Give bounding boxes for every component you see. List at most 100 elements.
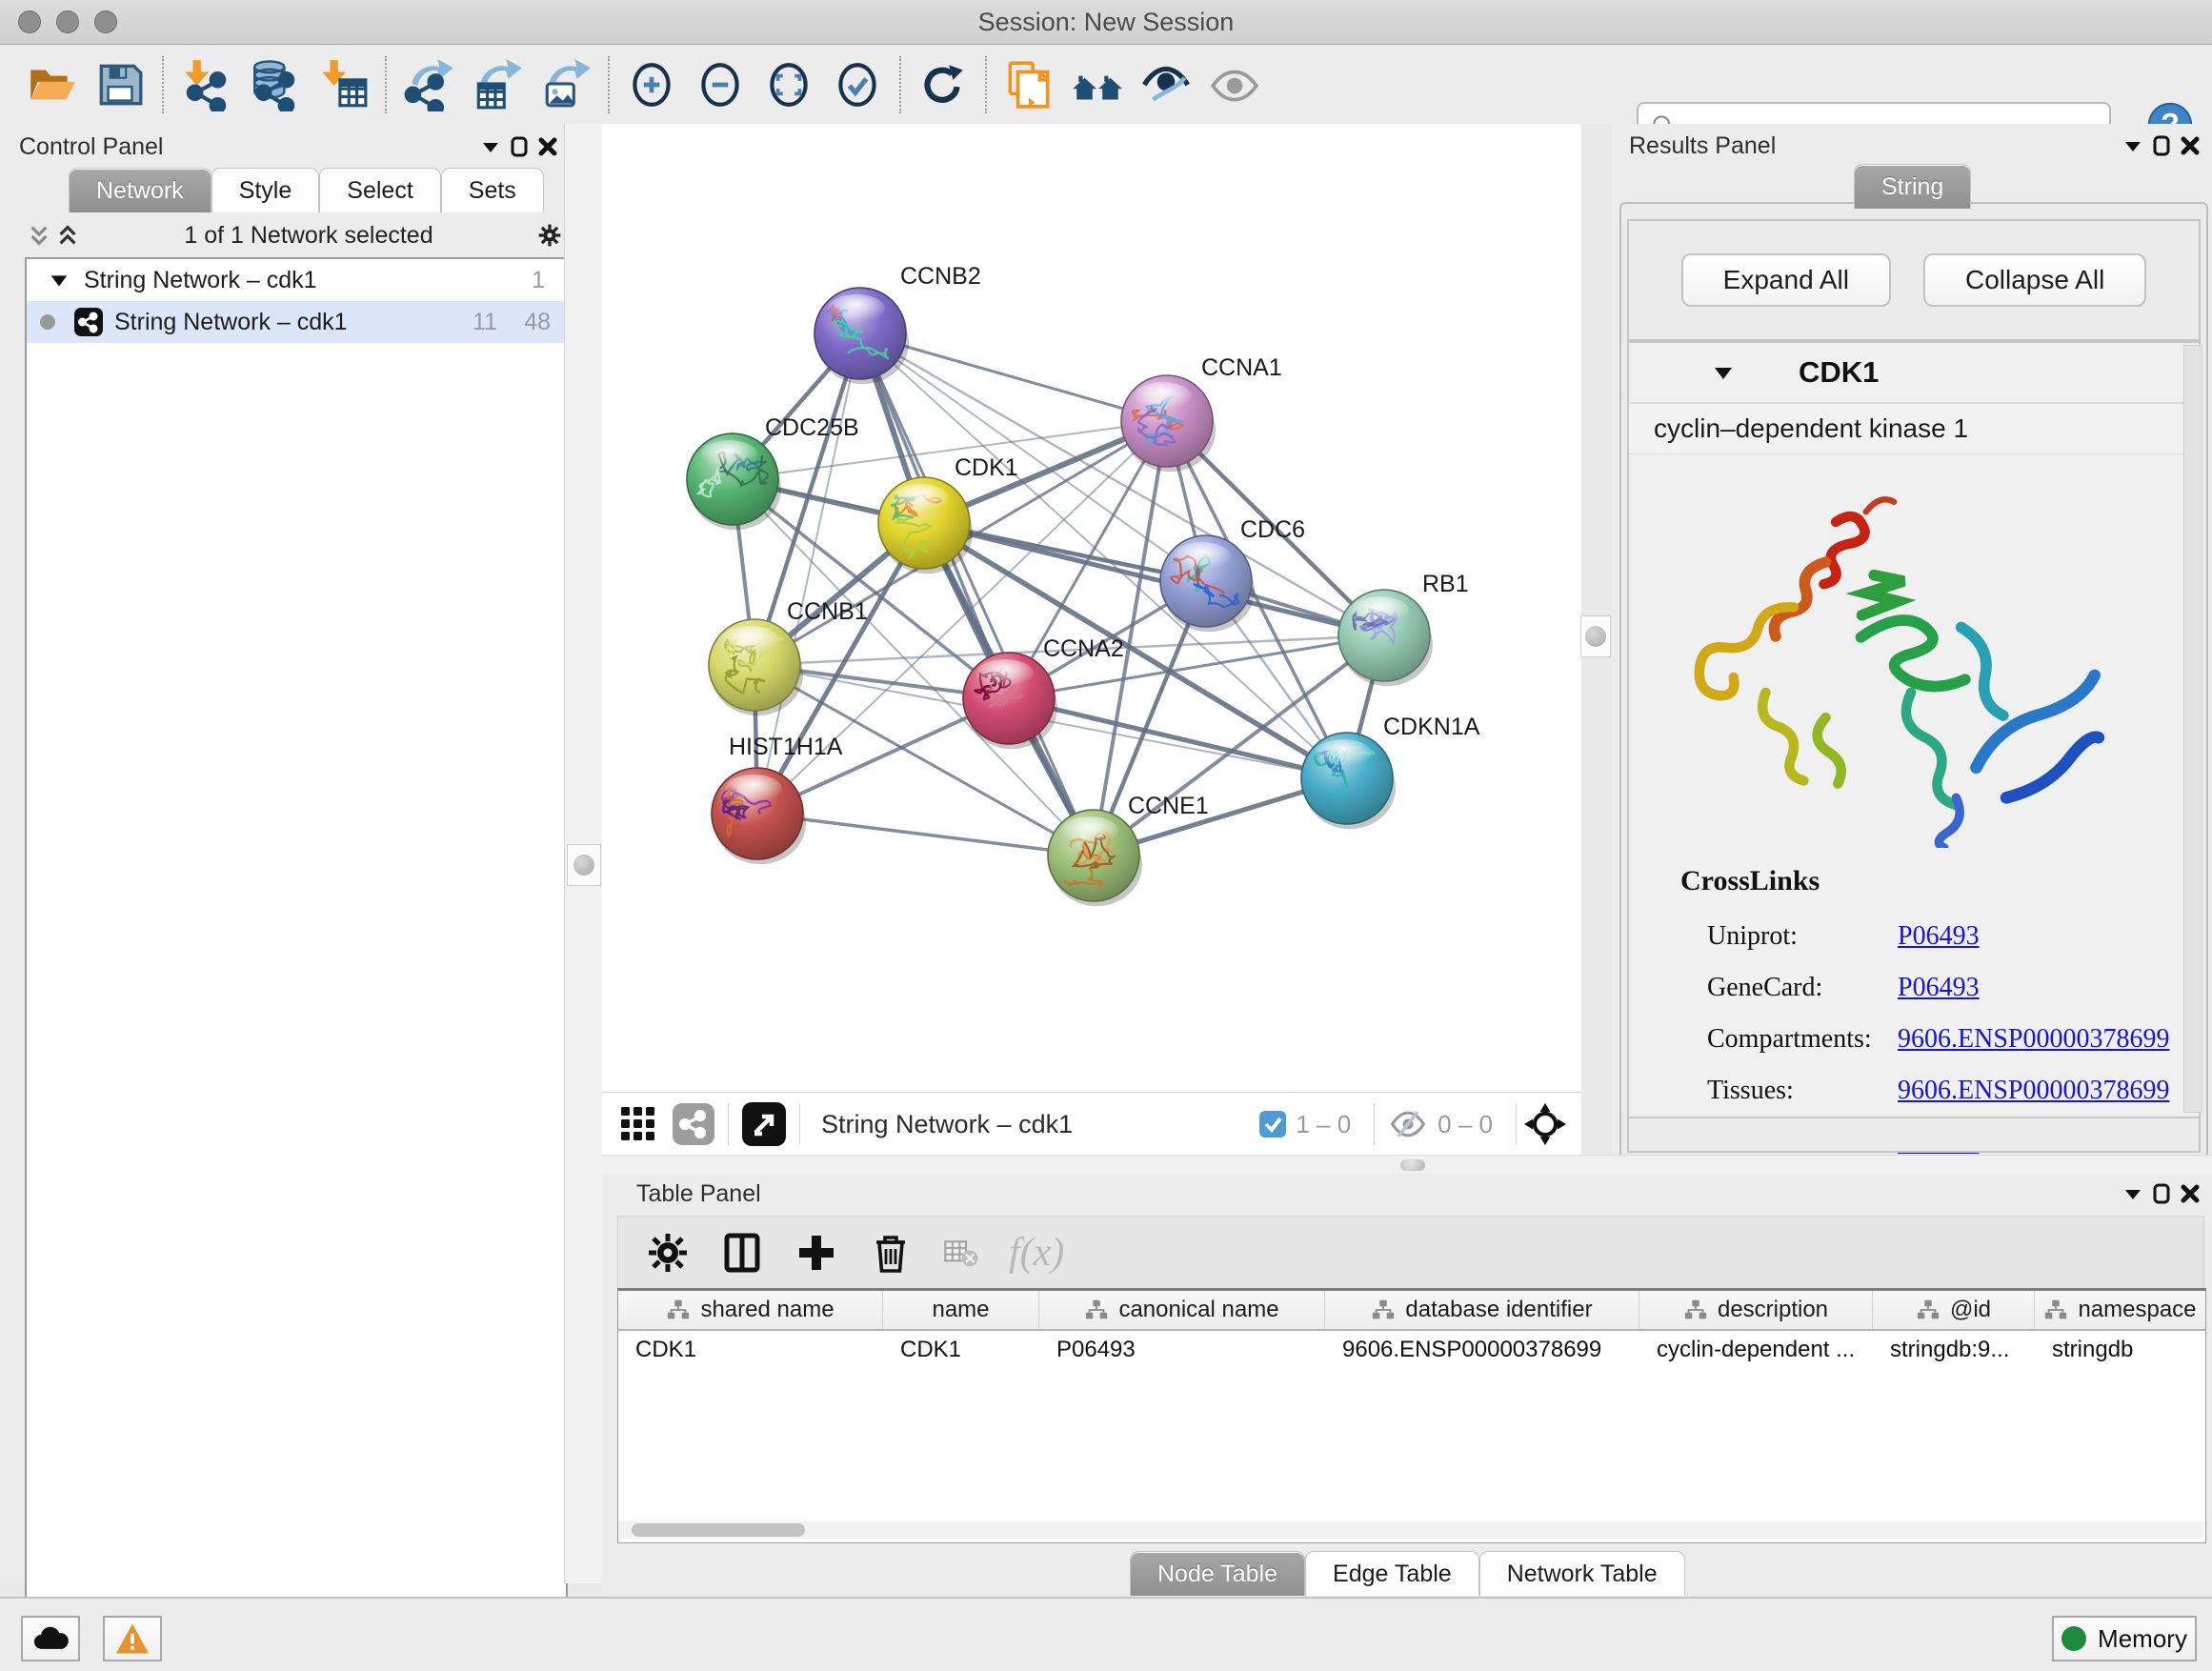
table-panel-close-button[interactable] — [2176, 1179, 2204, 1208]
zoom-selected-button[interactable] — [823, 52, 892, 117]
crosslink-link[interactable]: 9606.ENSP00000378699 — [1898, 1076, 2169, 1105]
table-cell[interactable]: stringdb — [2035, 1337, 2206, 1363]
delete-column-trash-icon[interactable] — [868, 1230, 914, 1276]
selected-nodes-indicator[interactable]: 1 – 0 — [1259, 1110, 1360, 1139]
table-hscrollbar-thumb[interactable] — [632, 1523, 805, 1537]
expand-all-button[interactable]: Expand All — [1681, 253, 1891, 307]
copy-document-button[interactable] — [995, 52, 1063, 117]
column-header-shared-name[interactable]: shared name — [618, 1291, 883, 1329]
zoom-out-button[interactable] — [686, 52, 754, 117]
bottom-splitter[interactable] — [602, 1155, 2212, 1176]
control-panel-menu-button[interactable] — [476, 132, 505, 161]
save-session-button[interactable] — [86, 52, 154, 117]
collection-collapse-icon[interactable] — [48, 269, 70, 292]
network-row[interactable]: String Network – cdk1 11 48 — [27, 301, 566, 343]
export-image-button[interactable] — [532, 52, 600, 117]
table-cell[interactable]: 9606.ENSP00000378699 — [1325, 1337, 1639, 1363]
right-splitter-handle[interactable] — [1580, 615, 1611, 657]
refresh-network-button[interactable] — [909, 52, 977, 117]
hidden-nodes-indicator[interactable]: 0 – 0 — [1388, 1106, 1502, 1142]
node-CCNB1[interactable]: CCNB1 — [709, 598, 868, 715]
results-panel-menu-button[interactable] — [2119, 131, 2147, 160]
zoom-fit-button[interactable] — [754, 52, 823, 117]
cloud-status-button[interactable] — [21, 1616, 80, 1661]
tab-sets[interactable]: Sets — [441, 168, 544, 212]
network-home-button[interactable] — [1063, 52, 1132, 117]
tab-select[interactable]: Select — [319, 168, 440, 212]
node-CDC6[interactable]: CDC6 — [1160, 516, 1305, 632]
bottom-splitter-handle[interactable] — [1400, 1159, 1425, 1171]
control-panel-float-button[interactable] — [505, 132, 533, 161]
import-table-file-button[interactable] — [309, 52, 377, 117]
edge-CCNB2-CCNE1[interactable] — [860, 333, 1094, 856]
node-CCNA1[interactable]: CCNA1 — [1121, 354, 1282, 472]
table-panel-float-button[interactable] — [2147, 1179, 2176, 1208]
table-cell[interactable]: CDK1 — [883, 1337, 1039, 1363]
expand-all-networks-icon[interactable] — [53, 221, 82, 250]
table-cell[interactable]: stringdb:9... — [1873, 1337, 2035, 1363]
column-header-database-identifier[interactable]: database identifier — [1325, 1291, 1639, 1329]
import-network-file-button[interactable] — [171, 52, 240, 117]
tab-network-table[interactable]: Network Table — [1479, 1551, 1685, 1596]
tab-edge-table[interactable]: Edge Table — [1305, 1551, 1479, 1596]
results-panel-close-button[interactable] — [2176, 131, 2204, 160]
network-canvas[interactable]: CCNB2CCNA1CDC25BCDK1CDC6RB1CCNB1CCNA2CDK… — [602, 124, 1581, 1093]
table-cell[interactable]: cyclin-dependent ... — [1639, 1337, 1873, 1363]
birdseye-navigator-button[interactable] — [1522, 1101, 1568, 1147]
column-header-namespace[interactable]: namespace — [2035, 1291, 2206, 1329]
column-header-description[interactable]: description — [1639, 1291, 1873, 1329]
node-table[interactable]: shared namenamecanonical namedatabase id… — [617, 1288, 2206, 1543]
crosslink-link[interactable]: 9606.ENSP00000378699 — [1898, 1024, 2169, 1054]
collapse-all-networks-icon[interactable] — [25, 221, 53, 250]
network-collection-row[interactable]: String Network – cdk1 1 — [27, 259, 566, 301]
table-hscrollbar[interactable] — [618, 1521, 2203, 1539]
node-CCNB2[interactable]: CCNB2 — [814, 263, 981, 384]
node-CDKN1A[interactable]: CDKN1A — [1301, 714, 1480, 829]
entry-collapse-icon[interactable] — [1711, 360, 1736, 385]
create-column-plus-icon[interactable] — [794, 1230, 839, 1276]
node-RB1[interactable]: RB1 — [1338, 571, 1469, 686]
show-graphics-details-button[interactable] — [1132, 52, 1200, 117]
table-panel-menu-button[interactable] — [2119, 1179, 2147, 1208]
table-cell[interactable]: P06493 — [1039, 1337, 1325, 1363]
table-row[interactable]: CDK1CDK1P064939606.ENSP00000378699cyclin… — [618, 1331, 2205, 1369]
delete-table-icon[interactable] — [942, 1234, 980, 1272]
open-session-button[interactable] — [17, 52, 86, 117]
entry-header[interactable]: CDK1 — [1629, 343, 2199, 404]
grid-view-button[interactable] — [617, 1103, 659, 1145]
tab-style[interactable]: Style — [211, 168, 320, 212]
export-table-button[interactable] — [463, 52, 532, 117]
table-cell[interactable]: CDK1 — [618, 1337, 883, 1363]
crosslink-link[interactable]: P06493 — [1898, 921, 1980, 951]
node-CDK1[interactable]: CDK1 — [878, 454, 1018, 574]
left-splitter-handle[interactable] — [567, 844, 601, 886]
table-settings-gear-icon[interactable] — [645, 1230, 691, 1276]
edge-CDK1-RB1[interactable] — [924, 523, 1384, 635]
left-splitter[interactable] — [564, 124, 604, 1583]
zoom-in-button[interactable] — [617, 52, 686, 117]
memory-button[interactable]: Memory — [2052, 1616, 2197, 1661]
results-scrollbar[interactable] — [2183, 345, 2202, 1113]
network-share-view-button[interactable] — [673, 1103, 714, 1145]
warnings-button[interactable] — [103, 1616, 162, 1661]
edge-CCNA2-CDKN1A[interactable] — [1009, 698, 1347, 778]
tab-string[interactable]: String — [1854, 164, 1971, 209]
collapse-all-button[interactable]: Collapse All — [1923, 253, 2146, 307]
function-builder-icon[interactable]: f(x) — [1009, 1230, 1064, 1276]
node-HIST1H1A[interactable]: HIST1H1A — [712, 734, 843, 864]
import-network-database-button[interactable] — [240, 52, 309, 117]
tab-node-table[interactable]: Node Table — [1130, 1551, 1305, 1596]
tab-network[interactable]: Network — [69, 168, 211, 212]
right-splitter[interactable] — [1581, 124, 1612, 1155]
network-options-gear-icon[interactable] — [535, 221, 564, 250]
export-view-button[interactable] — [742, 1102, 786, 1146]
column-header--id[interactable]: @id — [1873, 1291, 2035, 1329]
results-panel-float-button[interactable] — [2147, 131, 2176, 160]
column-header-canonical-name[interactable]: canonical name — [1039, 1291, 1325, 1329]
column-header-name[interactable]: name — [883, 1291, 1039, 1329]
preview-eye-button[interactable] — [1200, 52, 1269, 117]
crosslink-link[interactable]: P06493 — [1898, 973, 1980, 1002]
show-columns-icon[interactable] — [719, 1230, 765, 1276]
export-network-button[interactable] — [394, 52, 463, 117]
control-panel-close-button[interactable] — [533, 132, 562, 161]
